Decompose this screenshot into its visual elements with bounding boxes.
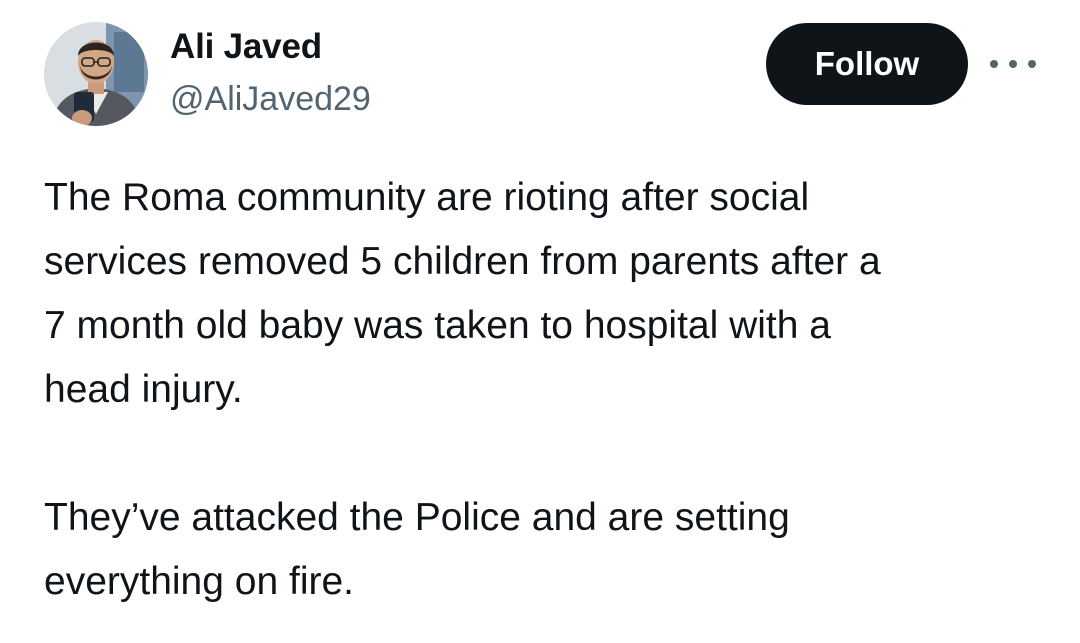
tweet-text: The Roma community are rioting after soc… — [44, 166, 1054, 614]
author-avatar[interactable] — [44, 22, 148, 126]
avatar-photo-icon — [44, 22, 148, 126]
more-horizontal-icon — [1028, 60, 1036, 68]
more-options-button[interactable] — [990, 50, 1036, 78]
more-horizontal-icon — [1009, 60, 1017, 68]
more-horizontal-icon — [990, 60, 998, 68]
follow-button[interactable]: Follow — [766, 23, 968, 105]
tweet-card: Ali Javed @AliJaved29 Follow The Roma co… — [0, 0, 1080, 643]
author-display-name[interactable]: Ali Javed — [170, 27, 322, 67]
tweet-paragraph: They’ve attacked the Police and are sett… — [44, 496, 790, 603]
author-handle[interactable]: @AliJaved29 — [170, 80, 371, 119]
tweet-paragraph: The Roma community are rioting after soc… — [44, 176, 881, 411]
